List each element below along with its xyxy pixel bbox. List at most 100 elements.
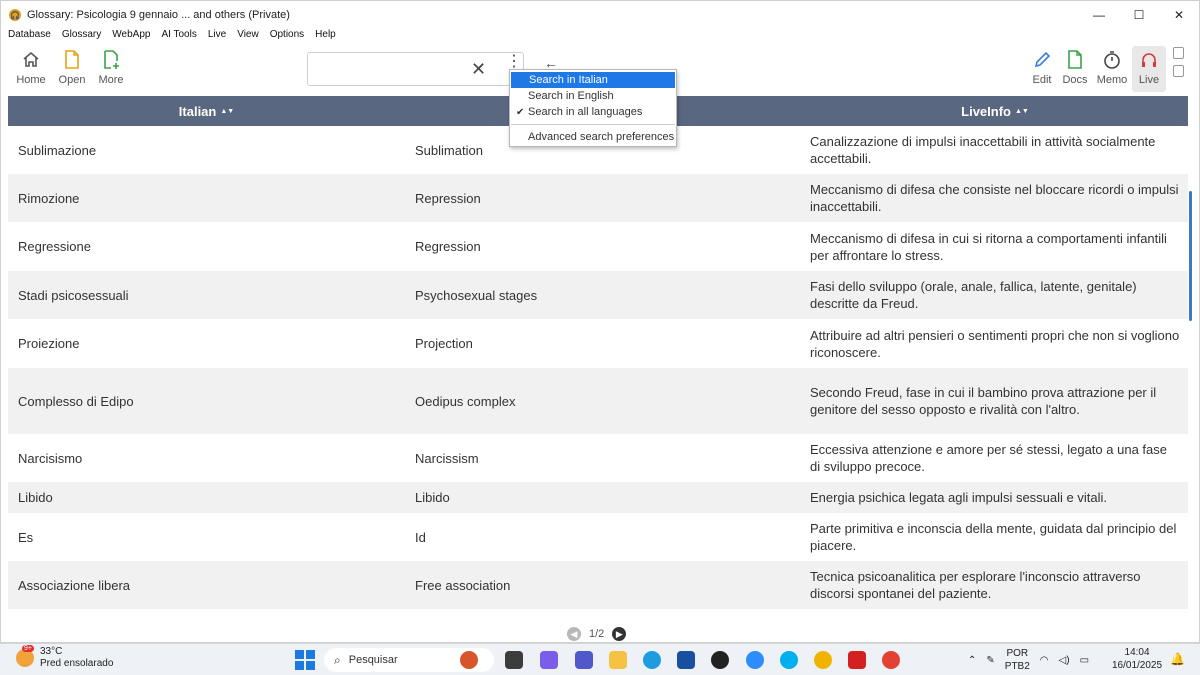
battery-icon[interactable]: ▭	[1080, 655, 1089, 666]
table-row[interactable]: Es Id Parte primitiva e inconscia della …	[8, 513, 1188, 561]
chrome-icon[interactable]	[882, 651, 900, 669]
menu-item-search-english[interactable]: Search in English	[510, 88, 676, 104]
open-button[interactable]: Open	[52, 49, 92, 86]
pen-icon[interactable]: ✎	[986, 655, 994, 666]
menu-item-advanced-search[interactable]: Advanced search preferences	[510, 129, 676, 145]
zoom-icon[interactable]	[746, 651, 764, 669]
notification-badge: 9+	[22, 645, 34, 652]
windows-start-icon[interactable]	[295, 650, 315, 670]
acrobat-icon[interactable]	[848, 651, 866, 669]
english-cell: Projection	[415, 336, 473, 351]
menu-options[interactable]: Options	[270, 29, 304, 45]
stopwatch-icon	[1103, 49, 1121, 71]
sun-icon: 9+	[16, 645, 34, 667]
english-cell: Regression	[415, 239, 481, 254]
english-cell: Psychosexual stages	[415, 287, 538, 303]
menu-database[interactable]: Database	[8, 29, 51, 45]
widgets-icon[interactable]	[460, 651, 478, 669]
table-row[interactable]: Rimozione Repression Meccanismo di difes…	[8, 174, 1188, 222]
previous-page-icon[interactable]: ◀	[567, 627, 581, 641]
table-row[interactable]: Narcisismo Narcissism Eccessiva attenzio…	[8, 434, 1188, 482]
live-button[interactable]: Live	[1132, 46, 1166, 92]
english-cell: Repression	[415, 190, 481, 206]
headphones-icon	[1140, 49, 1158, 71]
add-file-icon	[102, 49, 120, 71]
edge-icon[interactable]	[643, 651, 661, 669]
table-row[interactable]: Stadi psicosessuali Psychosexual stages …	[8, 271, 1188, 319]
edit-label: Edit	[1032, 74, 1052, 86]
weather-description: Pred ensolarado	[40, 658, 114, 669]
sort-arrows-icon: ▲▼	[1014, 107, 1029, 115]
table-row[interactable]: Complesso di Edipo Oedipus complex Secon…	[8, 368, 1188, 434]
more-button[interactable]: More	[91, 49, 131, 86]
table-row[interactable]: Proiezione Projection Attribuire ad altr…	[8, 319, 1188, 368]
menu-item-search-italian[interactable]: Search in Italian	[511, 72, 675, 88]
italian-cell: Sublimazione	[18, 142, 97, 158]
memo-button[interactable]: Memo	[1092, 49, 1132, 86]
vertical-scrollbar[interactable]	[1188, 96, 1194, 616]
search-input[interactable]	[314, 53, 464, 83]
app-headphones-icon: 🎧	[9, 9, 21, 21]
menu-help[interactable]: Help	[315, 29, 336, 45]
more-label: More	[98, 74, 124, 86]
clock[interactable]: 14:04 16/01/2025	[1112, 646, 1162, 672]
minimize-button[interactable]: —	[1079, 1, 1119, 29]
home-button[interactable]: Home	[11, 49, 51, 86]
close-button[interactable]: ✕	[1159, 1, 1199, 29]
italian-cell: Associazione libera	[18, 577, 131, 593]
document-icon	[1066, 49, 1084, 71]
docs-button[interactable]: Docs	[1055, 49, 1095, 86]
store-icon[interactable]	[677, 651, 695, 669]
menu-view[interactable]: View	[237, 29, 259, 45]
volume-icon[interactable]: ◁)	[1059, 655, 1070, 666]
checkmark-icon: ✔	[516, 106, 525, 118]
dell-icon[interactable]	[711, 651, 729, 669]
italian-cell: Libido	[18, 490, 53, 505]
clear-search-icon[interactable]: ✕	[471, 59, 486, 80]
menu-ai-tools[interactable]: AI Tools	[161, 29, 196, 45]
chevron-up-icon[interactable]: ⌃	[968, 655, 976, 666]
table-row[interactable]: Associazione libera Free association Tec…	[8, 561, 1188, 609]
side-panel-icons	[1173, 47, 1184, 77]
column-header-liveinfo[interactable]: LiveInfo ▲▼	[802, 96, 1188, 126]
language-indicator[interactable]: POR PTB2	[1005, 647, 1030, 673]
notification-bell-icon[interactable]: 🔔	[1170, 652, 1185, 666]
menu-divider	[511, 124, 675, 125]
copilot-icon[interactable]	[540, 651, 558, 669]
skype-icon[interactable]	[780, 651, 798, 669]
search-options-icon[interactable]: ⋮	[506, 54, 522, 70]
wifi-icon[interactable]: ◠	[1040, 655, 1049, 666]
search-field[interactable]: ✕ ⋮	[307, 52, 524, 86]
italian-cell: Es	[18, 529, 34, 545]
next-page-icon[interactable]: ▶	[612, 627, 627, 641]
system-tray: ⌃ ✎ POR PTB2 ◠ ◁) ▭	[968, 646, 1099, 674]
english-cell: Oedipus complex	[415, 393, 516, 409]
scrollbar-thumb[interactable]	[1189, 191, 1192, 321]
italian-cell: Stadi psicosessuali	[18, 287, 129, 303]
liveinfo-cell: Secondo Freud, fase in cui il bambino pr…	[810, 385, 1157, 417]
glossary-app-icon[interactable]	[814, 651, 832, 669]
menu-glossary[interactable]: Glossary	[62, 29, 101, 45]
maximize-button[interactable]: ☐	[1119, 1, 1159, 29]
page-indicator: 1/2	[589, 628, 605, 640]
live-label: Live	[1138, 74, 1160, 86]
date: 16/01/2025	[1112, 660, 1163, 671]
table-row[interactable]: Regressione Regression Meccanismo di dif…	[8, 222, 1188, 271]
open-file-icon	[63, 49, 81, 71]
liveinfo-cell: Energia psichica legata agli impulsi ses…	[810, 490, 1107, 505]
weather-widget[interactable]: 9+ 33°C Pred ensolarado	[16, 645, 114, 670]
file-explorer-icon[interactable]	[609, 651, 627, 669]
note-icon[interactable]	[1173, 47, 1184, 59]
table-row[interactable]: Libido Libido Energia psichica legata ag…	[8, 482, 1188, 513]
menu-webapp[interactable]: WebApp	[112, 29, 150, 45]
note-alt-icon[interactable]	[1173, 65, 1184, 77]
teams-icon[interactable]	[575, 651, 593, 669]
task-view-icon[interactable]	[505, 651, 523, 669]
menu-item-search-all-languages[interactable]: ✔ Search in all languages	[510, 104, 676, 120]
italian-cell: Regressione	[18, 239, 91, 254]
open-label: Open	[58, 74, 86, 86]
menu-live[interactable]: Live	[208, 29, 226, 45]
liveinfo-cell: Parte primitiva e inconscia della mente,…	[810, 521, 1177, 553]
window-controls: — ☐ ✕	[1079, 1, 1199, 29]
column-header-italian[interactable]: Italian ▲▼	[8, 96, 405, 126]
